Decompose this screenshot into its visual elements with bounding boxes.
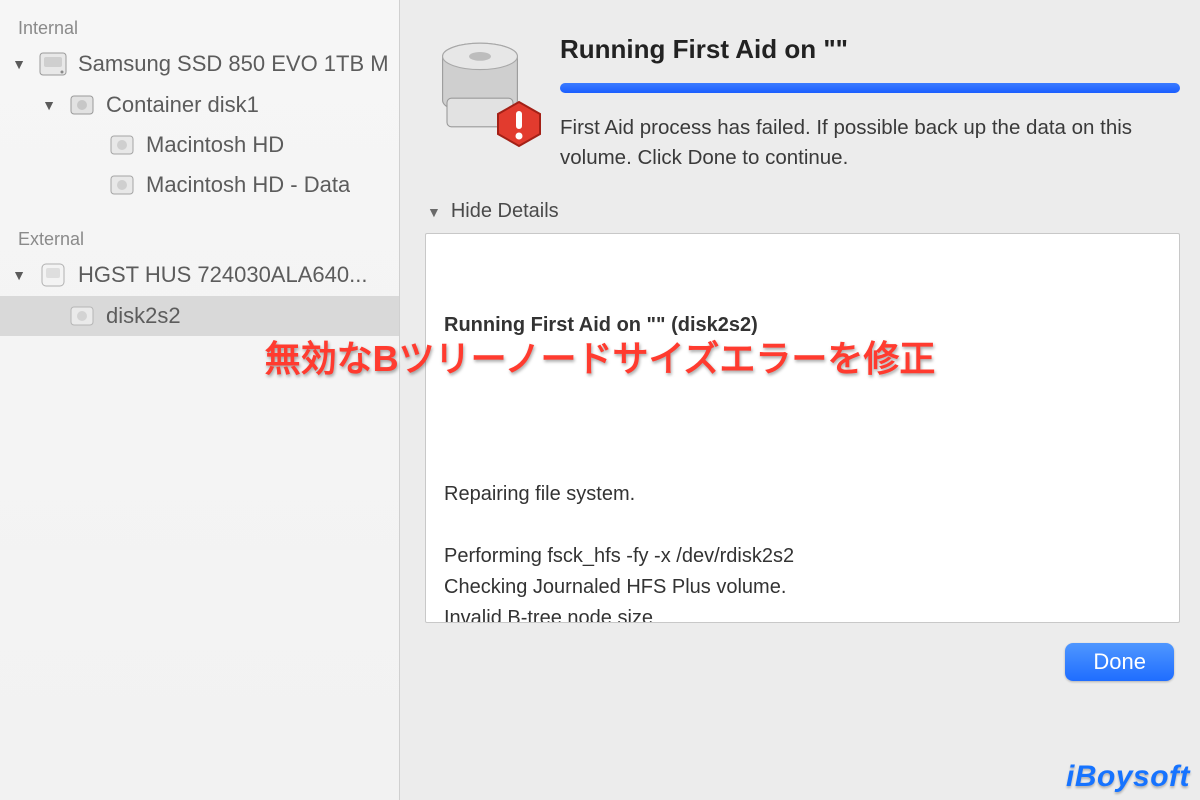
external-disk-icon [38, 260, 68, 290]
sidebar-item-macintosh-hd[interactable]: Macintosh HD [0, 125, 399, 165]
container-icon [68, 91, 96, 119]
volume-icon [68, 302, 96, 330]
log-heading: Running First Aid on "" (disk2s2) [444, 310, 1161, 341]
sidebar-item-label: Container disk1 [106, 92, 259, 118]
chevron-down-icon: ▼ [10, 267, 28, 283]
dialog-message: First Aid process has failed. If possibl… [560, 113, 1180, 172]
log-body: Repairing file system. Performing fsck_h… [444, 479, 1161, 623]
error-badge-icon [495, 100, 543, 148]
dialog-panel: Running First Aid on "" First Aid proces… [400, 0, 1200, 800]
chevron-down-icon: ▼ [427, 204, 441, 220]
sidebar-item-label: disk2s2 [106, 303, 181, 329]
sidebar-item-label: HGST HUS 724030ALA640... [78, 262, 367, 288]
sidebar-item-macintosh-hd-data[interactable]: Macintosh HD - Data [0, 165, 399, 205]
disk-error-illustration [425, 30, 535, 140]
volume-icon [108, 131, 136, 159]
progress-bar [560, 83, 1180, 93]
dialog-title: Running First Aid on "" [560, 34, 1180, 65]
volume-icon [108, 171, 136, 199]
section-internal-label: Internal [0, 10, 399, 43]
sidebar-item-hgst-disk[interactable]: ▼ HGST HUS 724030ALA640... [0, 254, 399, 296]
sidebar-item-disk2s2[interactable]: disk2s2 [0, 296, 399, 336]
sidebar-item-label: Macintosh HD - Data [146, 172, 350, 198]
first-aid-log: Running First Aid on "" (disk2s2) Repair… [425, 233, 1180, 623]
hide-details-toggle[interactable]: ▼ Hide Details [427, 200, 1180, 223]
done-button[interactable]: Done [1065, 643, 1174, 681]
details-toggle-label: Hide Details [451, 200, 559, 223]
sidebar-item-label: Macintosh HD [146, 132, 284, 158]
sidebar-item-label: Samsung SSD 850 EVO 1TB M [78, 51, 389, 77]
sidebar-item-container-disk1[interactable]: ▼ Container disk1 [0, 85, 399, 125]
chevron-down-icon: ▼ [10, 56, 28, 72]
section-external-label: External [0, 221, 399, 254]
sidebar: Internal ▼ Samsung SSD 850 EVO 1TB M ▼ C… [0, 0, 400, 800]
sidebar-item-samsung-ssd[interactable]: ▼ Samsung SSD 850 EVO 1TB M [0, 43, 399, 85]
chevron-down-icon: ▼ [40, 97, 58, 113]
internal-disk-icon [38, 49, 68, 79]
